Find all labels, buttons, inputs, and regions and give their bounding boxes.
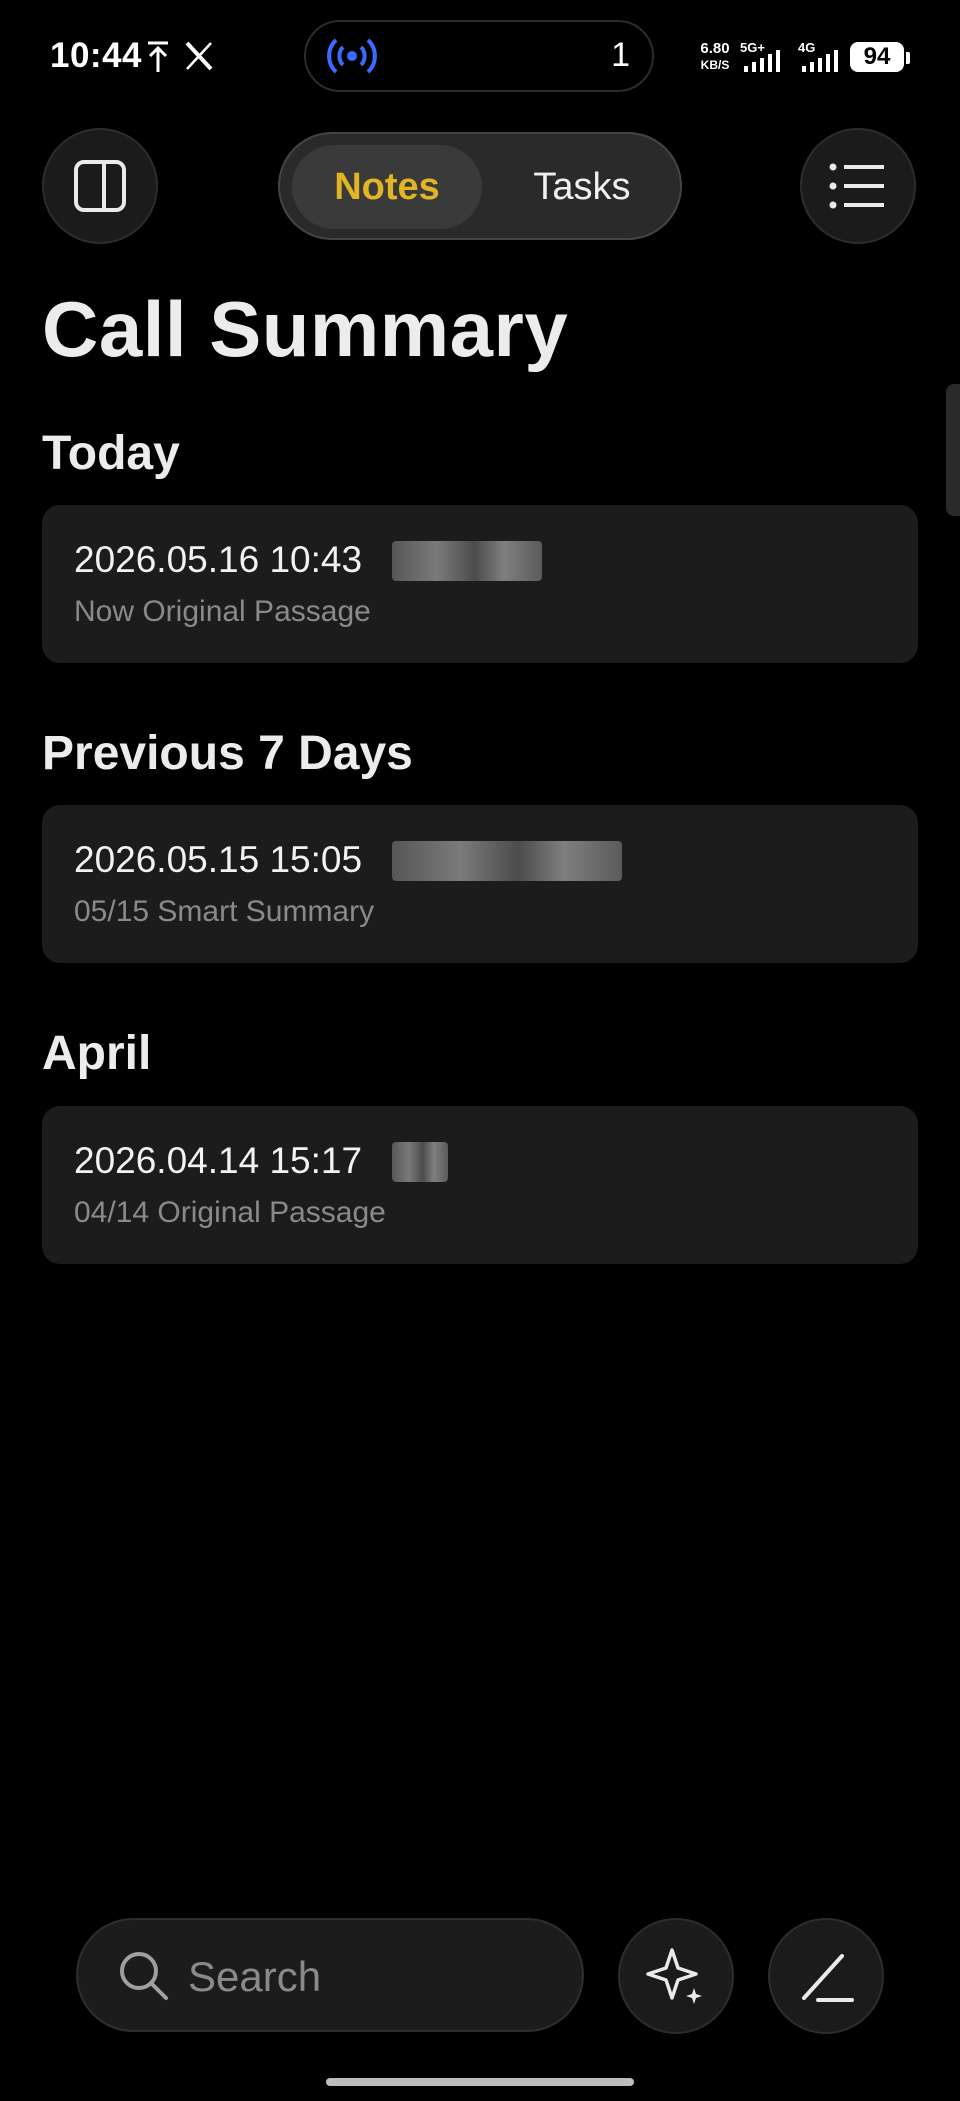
item-title: 2026.05.16 10:43 <box>74 539 363 580</box>
item-title: 2026.04.14 15:17 <box>74 1140 363 1181</box>
edge-panel-handle[interactable] <box>946 384 960 516</box>
compose-button[interactable] <box>768 1918 884 2034</box>
ai-assist-button[interactable] <box>618 1918 734 2034</box>
item-subtitle: Now Original Passage <box>74 595 371 628</box>
sidebar-toggle-button[interactable] <box>42 128 158 244</box>
search-placeholder: Search <box>188 1953 322 2000</box>
redacted-name <box>392 541 542 581</box>
network-speed-unit: KB/S <box>700 58 730 72</box>
dynamic-island[interactable]: 1 <box>304 20 654 92</box>
list-item[interactable]: 2026.05.15 15:05 05/15 Smart Summary <box>42 805 918 963</box>
status-bar: 10:44 1 6.80 KB/S 5G+ 4G 94 <box>0 0 960 112</box>
upload-arrow-icon <box>148 41 168 72</box>
home-indicator[interactable] <box>326 2078 634 2086</box>
battery-tip <box>906 52 910 64</box>
sidebar-toggle-icon <box>74 160 126 212</box>
list-menu-button[interactable] <box>800 128 916 244</box>
section-header-april: April <box>42 1027 152 1080</box>
svg-text:5G+: 5G+ <box>740 40 765 55</box>
item-title: 2026.05.15 15:05 <box>74 839 363 880</box>
network-speed-value: 6.80 <box>700 40 730 57</box>
redacted-name <box>392 841 622 881</box>
svg-text:4G: 4G <box>798 40 815 55</box>
ai-sparkle-icon <box>646 1948 702 2004</box>
island-count: 1 <box>611 36 630 74</box>
compose-pen-icon <box>802 1954 854 2002</box>
list-item[interactable]: 2026.04.14 15:17 04/14 Original Passage <box>42 1106 918 1264</box>
list-item[interactable]: 2026.05.16 10:43 Now Original Passage <box>42 505 918 663</box>
item-subtitle: 04/14 Original Passage <box>74 1196 386 1229</box>
signal-5g-icon: 5G+ <box>740 40 780 72</box>
battery-icon: 94 <box>850 42 904 72</box>
page-title: Call Summary <box>42 285 569 373</box>
list-menu-icon <box>829 163 884 209</box>
tab-tasks[interactable]: Tasks <box>492 145 672 229</box>
section-header-today: Today <box>42 427 180 480</box>
broadcast-icon <box>327 38 377 74</box>
x-app-icon <box>185 41 213 71</box>
redacted-name <box>392 1142 448 1182</box>
notes-tasks-switch: Notes Tasks <box>278 132 682 240</box>
network-speed: 6.80 KB/S <box>690 40 740 74</box>
search-icon <box>120 1952 168 2000</box>
section-header-previous-7-days: Previous 7 Days <box>42 727 413 780</box>
signal-4g-icon: 4G <box>798 40 838 72</box>
search-input[interactable]: Search <box>76 1918 584 2032</box>
status-time: 10:44 <box>50 36 143 75</box>
tab-notes[interactable]: Notes <box>292 145 482 229</box>
item-subtitle: 05/15 Smart Summary <box>74 895 375 928</box>
